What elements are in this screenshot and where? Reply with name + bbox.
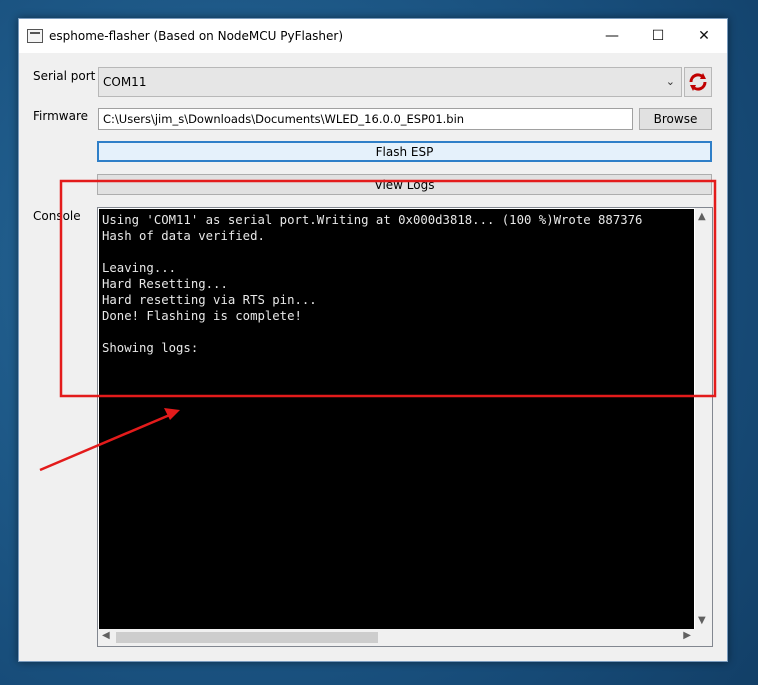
console-label: Console [33, 209, 81, 223]
scroll-right-icon[interactable]: ▶ [683, 630, 691, 641]
maximize-button[interactable]: ☐ [635, 19, 681, 53]
console-panel[interactable]: Using 'COM11' as serial port.Writing at … [97, 207, 713, 647]
scroll-left-icon[interactable]: ◀ [102, 630, 110, 641]
window-title: esphome-flasher (Based on NodeMCU PyFlas… [49, 29, 344, 43]
horizontal-scrollbar[interactable]: ◀ ▶ [98, 629, 695, 646]
window-controls: — ☐ ✕ [589, 19, 727, 53]
app-icon [27, 29, 43, 43]
view-logs-button[interactable]: View Logs [97, 174, 712, 195]
flash-esp-button[interactable]: Flash ESP [97, 141, 712, 162]
app-window: esphome-flasher (Based on NodeMCU PyFlas… [18, 18, 728, 662]
minimize-button[interactable]: — [589, 19, 635, 53]
browse-button[interactable]: Browse [639, 108, 712, 130]
title-bar[interactable]: esphome-flasher (Based on NodeMCU PyFlas… [19, 19, 727, 53]
serial-port-value: COM11 [103, 75, 147, 89]
refresh-icon [689, 73, 707, 91]
firmware-label: Firmware [33, 109, 88, 123]
close-button[interactable]: ✕ [681, 19, 727, 53]
scroll-down-icon[interactable]: ▼ [698, 615, 706, 626]
serial-port-select[interactable]: COM11 ⌄ [98, 67, 682, 97]
refresh-ports-button[interactable] [684, 67, 712, 97]
serial-port-label: Serial port [33, 69, 96, 83]
console-output[interactable]: Using 'COM11' as serial port.Writing at … [99, 209, 694, 629]
horizontal-scroll-thumb[interactable] [116, 632, 378, 643]
scroll-up-icon[interactable]: ▲ [698, 211, 706, 222]
firmware-path-input[interactable]: C:\Users\jim_s\Downloads\Documents\WLED_… [98, 108, 633, 130]
chevron-down-icon: ⌄ [665, 75, 675, 88]
vertical-scrollbar[interactable]: ▲ ▼ [695, 208, 712, 629]
scrollbar-corner [695, 629, 712, 646]
